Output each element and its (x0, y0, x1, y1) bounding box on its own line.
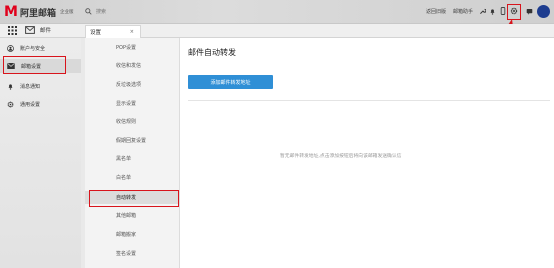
subnav-item-pop[interactable]: POP设置 (85, 41, 180, 54)
search-input[interactable]: 搜索 (85, 5, 380, 18)
search-icon (85, 8, 92, 15)
tab-bar: 邮件 设置 × (0, 24, 554, 38)
tab-mail-label: 邮件 (40, 28, 52, 34)
top-bar: M 阿里邮箱 企业版 搜索 返回旧版 邮箱助手 (0, 0, 554, 24)
sidebar-item-account-security[interactable]: 账户与安全 (0, 41, 81, 55)
bell-icon (8, 83, 13, 90)
tools-icon[interactable] (477, 6, 487, 16)
subnav-item-whitelist[interactable]: 白名单 (85, 171, 180, 184)
subnav-item-vacation-reply[interactable]: 假期回复设置 (85, 134, 180, 147)
subnav-item-send-receive[interactable]: 收信和发信 (85, 59, 180, 72)
sidebar-item-label: 消息通知 (20, 83, 41, 90)
sidebar-item-notifications[interactable]: 消息通知 (0, 79, 81, 93)
search-placeholder: 搜索 (96, 9, 107, 15)
highlight-box-auto-forward (89, 190, 179, 207)
mail-assistant-link[interactable]: 邮箱助手 (453, 8, 473, 15)
settings-subnav: POP设置 收信和发信 反垃圾选项 显示设置 收信规则 假期回复设置 黑名单 白… (85, 38, 180, 268)
highlight-box-mailbox-settings (3, 56, 66, 74)
divider (188, 100, 550, 101)
tab-settings-label: 设置 (90, 30, 102, 36)
logo-text: 阿里邮箱 (19, 8, 56, 19)
empty-state-text: 暂无邮件转发地址,点击添加按钮后将向该邮箱发送确认信 (280, 154, 402, 159)
close-icon[interactable]: × (130, 29, 134, 35)
add-forward-address-button[interactable]: 添加邮件转发地址 (188, 75, 273, 89)
sidebar-item-general-settings[interactable]: 通用设置 (0, 97, 81, 111)
subnav-item-display[interactable]: 显示设置 (85, 97, 180, 110)
tab-settings[interactable]: 设置 × (85, 25, 141, 38)
envelope-icon (25, 26, 35, 34)
sidebar-item-label: 通用设置 (20, 101, 41, 108)
subnav-item-antispam[interactable]: 反垃圾选项 (85, 78, 180, 91)
page-title: 邮件自动转发 (188, 48, 236, 57)
logo[interactable]: M 阿里邮箱 企业版 (4, 4, 73, 20)
main-panel: 邮件自动转发 添加邮件转发地址 暂无邮件转发地址,点击添加按钮后将向该邮箱发送确… (180, 38, 554, 268)
gear-icon (7, 101, 14, 107)
subnav-item-rules[interactable]: 收信规则 (85, 115, 180, 128)
bell-icon[interactable] (487, 6, 497, 16)
back-to-old-link[interactable]: 返回旧版 (426, 8, 446, 15)
logo-subtitle: 企业版 (59, 10, 74, 15)
subnav-item-other-mailbox[interactable]: 其他邮箱 (85, 209, 180, 222)
avatar[interactable] (537, 5, 550, 18)
logo-mark: M (4, 4, 18, 20)
sidebar-item-label: 账户与安全 (20, 45, 46, 52)
subnav-item-blacklist[interactable]: 黑名单 (85, 152, 180, 165)
chat-icon[interactable] (524, 6, 534, 16)
apps-grid-icon[interactable] (8, 26, 17, 35)
subnav-item-signature[interactable]: 签名设置 (85, 247, 180, 260)
tab-mail[interactable]: 邮件 (25, 26, 51, 34)
subnav-item-mailbox-move[interactable]: 邮箱搬家 (85, 228, 180, 241)
user-icon (7, 44, 14, 52)
